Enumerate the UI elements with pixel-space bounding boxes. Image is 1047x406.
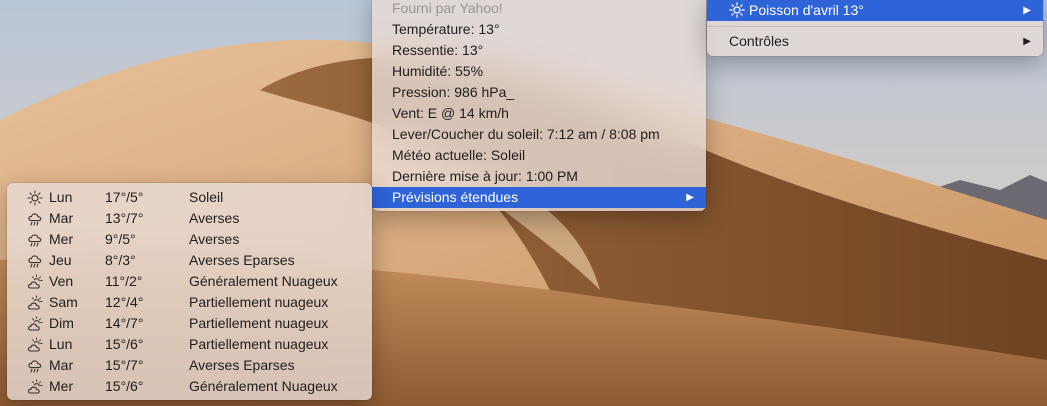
- forecast-temp: 11°/2°: [105, 273, 143, 289]
- temperature-item[interactable]: Température: 13°: [372, 19, 706, 40]
- forecast-row[interactable]: Mer 15°/6° Généralement Nuageux: [7, 376, 372, 397]
- location-item[interactable]: Poisson d'avril 13° ▶: [707, 0, 1043, 21]
- forecast-temp: 15°/7°: [105, 357, 144, 373]
- rain-cloud-icon: [28, 360, 42, 373]
- forecast-condition: Généralement Nuageux: [189, 273, 338, 289]
- menu-separator: [707, 26, 1043, 27]
- forecast-condition: Partiellement nuageux: [189, 294, 329, 310]
- location-label: Poisson d'avril 13°: [749, 2, 864, 18]
- provider-label: Fourni par Yahoo!: [392, 0, 503, 16]
- last-update-item[interactable]: Dernière mise à jour: 1:00 PM: [372, 166, 706, 187]
- forecast-temp: 15°/6°: [105, 336, 144, 352]
- extended-forecast-label: Prévisions étendues: [392, 189, 519, 205]
- partly-cloudy-icon: [27, 337, 43, 352]
- forecast-temp: 15°/6°: [105, 378, 144, 394]
- forecast-day: Mar: [49, 357, 74, 373]
- sunrise-sunset-item[interactable]: Lever/Coucher du soleil: 7:12 am / 8:08 …: [372, 124, 706, 145]
- forecast-day: Lun: [49, 336, 73, 352]
- forecast-condition: Partiellement nuageux: [189, 315, 329, 331]
- location-menu: Poisson d'avril 13° ▶ Contrôles ▶: [707, 0, 1043, 56]
- submenu-arrow-icon: ▶: [686, 192, 694, 203]
- forecast-day: Lun: [49, 189, 73, 205]
- forecast-condition: Averses: [189, 231, 240, 247]
- rain-cloud-icon: [28, 213, 42, 226]
- partly-cloudy-icon: [27, 295, 43, 310]
- submenu-arrow-icon: ▶: [1023, 5, 1031, 16]
- rain-cloud-icon: [28, 255, 42, 268]
- wind-item[interactable]: Vent: E @ 14 km/h: [372, 103, 706, 124]
- forecast-temp: 12°/4°: [105, 294, 144, 310]
- forecast-row[interactable]: Ven 11°/2° Généralement Nuageux: [7, 271, 372, 292]
- controls-item[interactable]: Contrôles ▶: [707, 31, 1043, 52]
- forecast-temp: 8°/3°: [105, 252, 136, 268]
- submenu-arrow-icon: ▶: [1023, 36, 1031, 47]
- current-weather-item[interactable]: Météo actuelle: Soleil: [372, 145, 706, 166]
- forecast-temp: 13°/7°: [105, 210, 144, 226]
- forecast-submenu: Lun 17°/5° Soleil Mar 13°/7° Averses Mer 9°/5° A…: [7, 183, 372, 400]
- forecast-condition: Généralement Nuageux: [189, 378, 338, 394]
- forecast-day: Sam: [49, 294, 78, 310]
- humidity-item[interactable]: Humidité: 55%: [372, 61, 706, 82]
- forecast-day: Mer: [49, 231, 74, 247]
- forecast-day: Ven: [49, 273, 74, 289]
- forecast-row[interactable]: Mer 9°/5° Averses: [7, 229, 372, 250]
- forecast-temp: 14°/7°: [105, 315, 144, 331]
- forecast-condition: Averses Eparses: [189, 252, 295, 268]
- forecast-condition: Partiellement nuageux: [189, 336, 329, 352]
- partly-cloudy-icon: [27, 379, 43, 394]
- forecast-condition: Soleil: [189, 189, 224, 205]
- forecast-day: Dim: [49, 315, 74, 331]
- forecast-day: Jeu: [49, 252, 72, 268]
- forecast-row[interactable]: Lun 15°/6° Partiellement nuageux: [7, 334, 372, 355]
- forecast-row[interactable]: Mar 15°/7° Averses Eparses: [7, 355, 372, 376]
- feels-like-item[interactable]: Ressentie: 13°: [372, 40, 706, 61]
- forecast-day: Mar: [49, 210, 74, 226]
- weather-menu: Fourni par Yahoo! Température: 13° Resse…: [372, 0, 706, 211]
- partly-cloudy-icon: [27, 316, 43, 331]
- forecast-day: Mer: [49, 378, 74, 394]
- sun-icon: [729, 2, 745, 18]
- sun-icon: [27, 190, 43, 206]
- forecast-row[interactable]: Jeu 8°/3° Averses Eparses: [7, 250, 372, 271]
- forecast-condition: Averses Eparses: [189, 357, 295, 373]
- forecast-condition: Averses: [189, 210, 240, 226]
- forecast-row[interactable]: Dim 14°/7° Partiellement nuageux: [7, 313, 372, 334]
- forecast-temp: 17°/5°: [105, 189, 144, 205]
- forecast-row[interactable]: Sam 12°/4° Partiellement nuageux: [7, 292, 372, 313]
- controls-label: Contrôles: [729, 33, 789, 49]
- extended-forecast-item[interactable]: Prévisions étendues ▶: [372, 187, 706, 208]
- forecast-row[interactable]: Mar 13°/7° Averses: [7, 208, 372, 229]
- rain-cloud-icon: [28, 234, 42, 247]
- partly-cloudy-icon: [27, 274, 43, 289]
- forecast-temp: 9°/5°: [105, 231, 136, 247]
- forecast-row[interactable]: Lun 17°/5° Soleil: [7, 187, 372, 208]
- pressure-item[interactable]: Pression: 986 hPa_: [372, 82, 706, 103]
